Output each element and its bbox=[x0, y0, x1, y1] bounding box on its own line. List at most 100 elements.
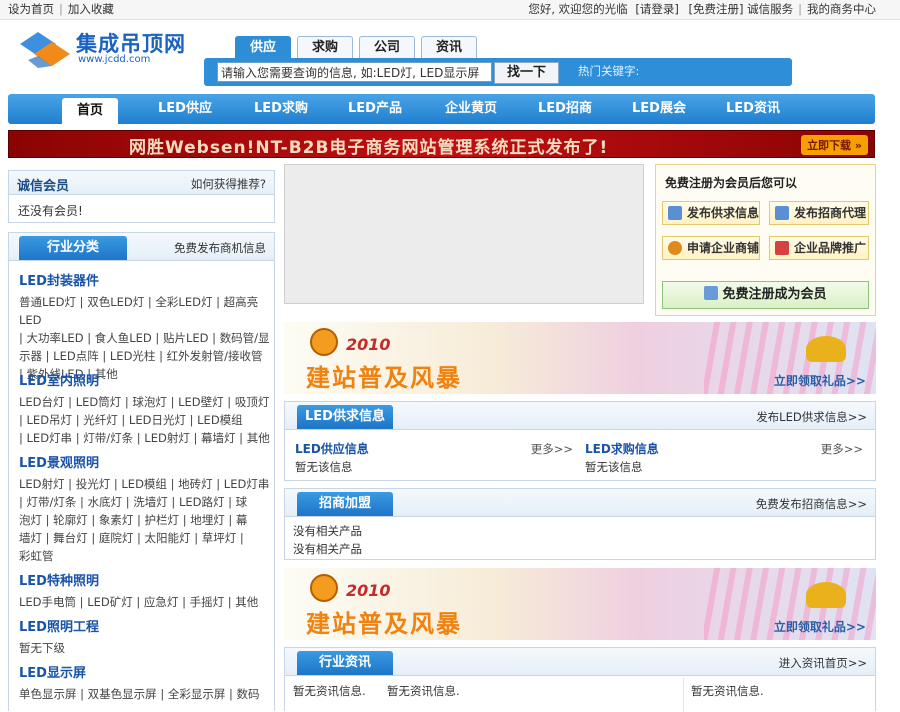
supply-col: LED供应信息 更多>> 暂无该信息 bbox=[295, 440, 573, 476]
brand-promotion-button[interactable]: 企业品牌推广 bbox=[769, 236, 869, 260]
site-logo[interactable]: 集成吊顶网 www.jcdd.com bbox=[18, 30, 198, 70]
category-links[interactable]: 单色显示屏 | 双基色显示屏 | 全彩显示屏 | 数码 bbox=[19, 685, 274, 703]
edit-icon bbox=[668, 206, 682, 220]
free-publish-link[interactable]: 免费发布商机信息 bbox=[174, 240, 266, 256]
business-center-link[interactable]: 我的商务中心 bbox=[807, 2, 876, 16]
category-links[interactable]: 泡灯 | 轮廓灯 | 象素灯 | 护栏灯 | 地埋灯 | 幕 bbox=[19, 511, 274, 529]
category-title[interactable]: LED照明工程 bbox=[19, 619, 274, 637]
industry-panel: 行业分类 免费发布商机信息 LED封装器件普通LED灯 | 双色LED灯 | 全… bbox=[8, 232, 275, 711]
category-title[interactable]: LED显示屏 bbox=[19, 665, 274, 683]
search-tab-supply[interactable]: 供应 bbox=[235, 36, 291, 58]
top-bar: 设为首页 | 加入收藏 您好, 欢迎您的光临 [请登录] [免费注册] 诚信服务 | 我… bbox=[0, 0, 900, 20]
members-empty-text: 还没有会员! bbox=[18, 204, 83, 218]
promo-banner[interactable]: 网胜Websen!NT-B2B电子商务网站管理系统正式发布了! 立即下载 » bbox=[8, 130, 875, 158]
publish-invest-button[interactable]: 发布招商代理 bbox=[769, 201, 869, 225]
ad-gift-link[interactable]: 立即领取礼品>> bbox=[774, 618, 866, 635]
publish-supply-link[interactable]: 发布LED供求信息>> bbox=[756, 409, 867, 425]
register-link[interactable]: [免费注册] bbox=[688, 2, 743, 16]
news-header: 行业资讯 进入资讯首页>> bbox=[285, 648, 875, 676]
nav-led-invest[interactable]: LED招商 bbox=[520, 94, 610, 124]
nav-yellow-pages[interactable]: 企业黄页 bbox=[426, 94, 516, 124]
ad-gift-link[interactable]: 立即领取礼品>> bbox=[774, 372, 866, 389]
service-link[interactable]: 诚信服务 bbox=[747, 2, 793, 16]
industry-header: 行业分类 免费发布商机信息 bbox=[9, 233, 274, 261]
nav-led-news[interactable]: LED资讯 bbox=[708, 94, 798, 124]
invest-tab[interactable]: 招商加盟 bbox=[297, 492, 393, 516]
category-links[interactable]: 示器 | LED点阵 | LED光柱 | 红外发射管/接收管 bbox=[19, 347, 274, 365]
add-favorite-link[interactable]: 加入收藏 bbox=[68, 2, 114, 16]
category-group: LED封装器件普通LED灯 | 双色LED灯 | 全彩LED灯 | 超高亮LED… bbox=[19, 273, 274, 383]
members-panel: 诚信会员 如何获得推荐? 还没有会员! bbox=[8, 170, 275, 223]
supply-col-title[interactable]: LED供应信息 bbox=[295, 442, 369, 456]
shop-icon bbox=[668, 241, 682, 255]
nav-led-buy[interactable]: LED求购 bbox=[236, 94, 326, 124]
nav-led-supply[interactable]: LED供应 bbox=[140, 94, 230, 124]
ad-banner-1[interactable]: 2010 建站普及风暴 立即领取礼品>> bbox=[284, 322, 876, 394]
bell-icon bbox=[806, 336, 846, 362]
register-member-button[interactable]: 免费注册成为会员 bbox=[662, 281, 869, 309]
edit-icon bbox=[775, 206, 789, 220]
search-tab-company[interactable]: 公司 bbox=[359, 36, 415, 58]
banner-download-button[interactable]: 立即下载 » bbox=[801, 135, 868, 155]
how-recommend-link[interactable]: 如何获得推荐? bbox=[191, 176, 266, 192]
category-links[interactable]: 普通LED灯 | 双色LED灯 | 全彩LED灯 | 超高亮LED bbox=[19, 293, 274, 329]
category-title[interactable]: LED封装器件 bbox=[19, 273, 274, 291]
ad-banner-2[interactable]: 2010 建站普及风暴 立即领取礼品>> bbox=[284, 568, 876, 640]
industry-tab[interactable]: 行业分类 bbox=[19, 236, 127, 260]
supply-tab[interactable]: LED供求信息 bbox=[297, 405, 393, 429]
category-group: LED显示屏 单色显示屏 | 双基色显示屏 | 全彩显示屏 | 数码 bbox=[19, 665, 274, 703]
category-title[interactable]: LED特种照明 bbox=[19, 573, 274, 591]
set-homepage-link[interactable]: 设为首页 bbox=[8, 2, 54, 16]
category-links[interactable]: 墙灯 | 舞台灯 | 庭院灯 | 太阳能灯 | 草坪灯 | bbox=[19, 529, 274, 547]
buy-more-link[interactable]: 更多>> bbox=[821, 440, 863, 458]
supply-more-link[interactable]: 更多>> bbox=[531, 440, 573, 458]
bell-icon bbox=[806, 582, 846, 608]
supply-header: LED供求信息 发布LED供求信息>> bbox=[285, 402, 875, 430]
category-group: LED特种照明 LED手电筒 | LED矿灯 | 应急灯 | 手摇灯 | 其他 bbox=[19, 573, 274, 611]
category-title[interactable]: LED室内照明 bbox=[19, 373, 274, 391]
publish-invest-link[interactable]: 免费发布招商信息>> bbox=[756, 496, 867, 512]
news-home-link[interactable]: 进入资讯首页>> bbox=[779, 655, 867, 671]
apply-shop-button[interactable]: 申请企业商铺 bbox=[662, 236, 760, 260]
category-links[interactable]: 暂无下级 bbox=[19, 639, 274, 657]
invest-item: 没有相关产品 bbox=[293, 524, 362, 538]
calendar-icon bbox=[775, 241, 789, 255]
buy-col-title[interactable]: LED求购信息 bbox=[585, 442, 659, 456]
category-links[interactable]: LED射灯 | 投光灯 | LED模组 | 地砖灯 | LED灯串 bbox=[19, 475, 274, 493]
news-section: 行业资讯 进入资讯首页>> 暂无资讯信息. 暂无资讯信息. 暂无资讯信息. bbox=[284, 647, 876, 712]
category-links[interactable]: | 灯带/灯条 | 水底灯 | 洗墙灯 | LED路灯 | 球 bbox=[19, 493, 274, 511]
register-panel-title: 免费注册为会员后您可以 bbox=[665, 176, 798, 190]
hot-keywords-label: 热门关键字: bbox=[578, 64, 640, 78]
center-slideshow-placeholder bbox=[284, 164, 644, 304]
logo-diamond-icon bbox=[20, 32, 70, 68]
logo-url: www.jcdd.com bbox=[78, 54, 151, 65]
search-tab-news[interactable]: 资讯 bbox=[421, 36, 477, 58]
search-input[interactable] bbox=[217, 62, 492, 82]
news-tab[interactable]: 行业资讯 bbox=[297, 651, 393, 675]
publish-supply-button[interactable]: 发布供求信息 bbox=[662, 201, 760, 225]
category-title[interactable]: LED景观照明 bbox=[19, 455, 274, 473]
search-tab-buy[interactable]: 求购 bbox=[297, 36, 353, 58]
category-links[interactable]: 彩虹管 bbox=[19, 547, 274, 565]
tiger-icon bbox=[310, 574, 338, 602]
category-links[interactable]: | 大功率LED | 食人鱼LED | 贴片LED | 数码管/显 bbox=[19, 329, 274, 347]
login-link[interactable]: [请登录] bbox=[635, 2, 678, 16]
main-nav: 首页 LED供应 LED求购 LED产品 企业黄页 LED招商 LED展会 LE… bbox=[8, 94, 875, 124]
banner-text: 网胜Websen!NT-B2B电子商务网站管理系统正式发布了! bbox=[129, 138, 609, 158]
ad-year: 2010 bbox=[346, 335, 391, 354]
nav-led-expo[interactable]: LED展会 bbox=[614, 94, 704, 124]
category-group: LED景观照明 LED射灯 | 投光灯 | LED模组 | 地砖灯 | LED灯串… bbox=[19, 455, 274, 565]
nav-home[interactable]: 首页 bbox=[62, 98, 118, 124]
category-links[interactable]: | LED吊灯 | 光纤灯 | LED日光灯 | LED模组 bbox=[19, 411, 274, 429]
category-links[interactable]: LED手电筒 | LED矿灯 | 应急灯 | 手摇灯 | 其他 bbox=[19, 593, 274, 611]
category-links[interactable]: LED台灯 | LED筒灯 | 球泡灯 | LED壁灯 | 吸顶灯 bbox=[19, 393, 274, 411]
search-button[interactable]: 找一下 bbox=[494, 62, 559, 84]
invest-section: 招商加盟 免费发布招商信息>> 没有相关产品 没有相关产品 bbox=[284, 488, 876, 560]
members-header: 诚信会员 如何获得推荐? bbox=[9, 171, 274, 195]
category-links[interactable]: | LED灯串 | 灯带/灯条 | LED射灯 | 幕墙灯 | 其他 bbox=[19, 429, 274, 447]
ad-slogan: 建站普及风暴 bbox=[306, 364, 462, 392]
tiger-icon bbox=[310, 328, 338, 356]
ad-slogan: 建站普及风暴 bbox=[306, 610, 462, 638]
nav-led-products[interactable]: LED产品 bbox=[330, 94, 420, 124]
invest-item: 没有相关产品 bbox=[293, 542, 362, 556]
